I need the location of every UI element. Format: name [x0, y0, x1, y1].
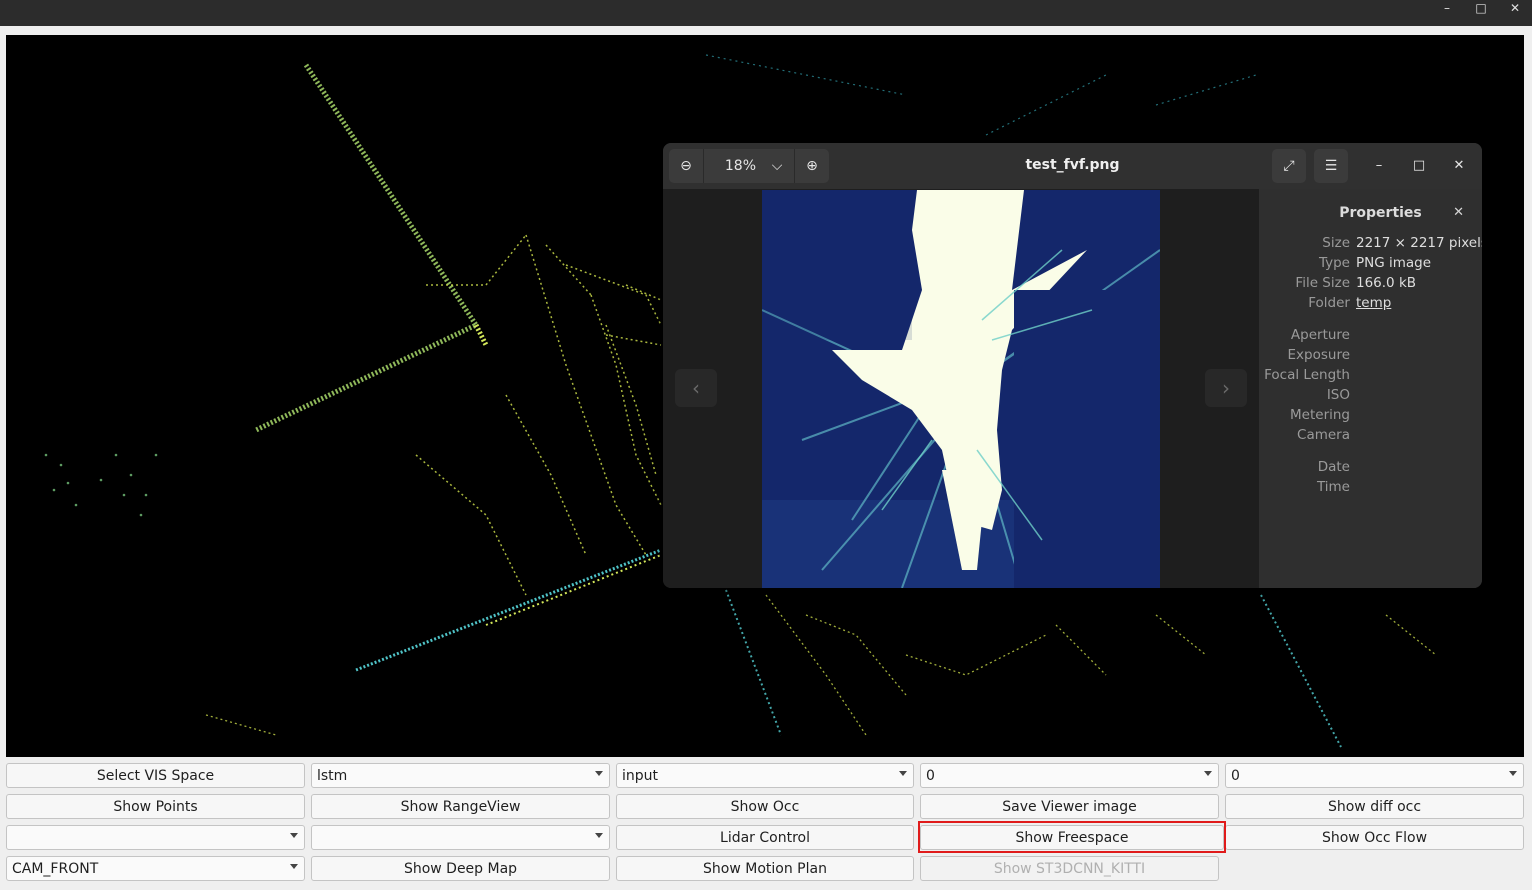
index-combo-a[interactable]: 0	[920, 763, 1219, 788]
prop-iso-label: ISO	[1326, 387, 1350, 403]
chevron-down-icon	[595, 771, 603, 776]
window-minimize-button[interactable]: –	[1430, 0, 1464, 26]
prop-type-label: Type	[1318, 255, 1350, 271]
prop-filesize-label: File Size	[1295, 275, 1350, 291]
show-occ-button[interactable]: Show Occ	[616, 794, 914, 819]
prop-size-value: 2217 × 2217 pixels	[1356, 235, 1482, 251]
chevron-down-icon	[1509, 771, 1517, 776]
properties-panel: Properties ✕ Size 2217 × 2217 pixels Typ…	[1259, 189, 1482, 588]
image-viewer-title: test_fvf.png	[1025, 157, 1120, 173]
option-combo-a[interactable]	[6, 825, 305, 850]
show-deep-map-button[interactable]: Show Deep Map	[311, 856, 610, 881]
prop-exposure-label: Exposure	[1287, 347, 1351, 363]
chevron-down-icon	[290, 833, 298, 838]
prop-filesize-value: 166.0 kB	[1356, 275, 1417, 291]
prop-camera-label: Camera	[1297, 427, 1350, 443]
menu-icon: ☰	[1324, 158, 1338, 174]
properties-title: Properties	[1339, 205, 1422, 221]
show-points-button[interactable]: Show Points	[6, 794, 305, 819]
model-combo[interactable]: lstm	[311, 763, 610, 788]
prop-time: Time	[1259, 479, 1482, 499]
camera-combo-value: CAM_FRONT	[12, 860, 99, 877]
prop-aperture: Aperture	[1259, 327, 1482, 347]
option-combo-b[interactable]	[311, 825, 610, 850]
image-viewer-window[interactable]: ⊖ 18% ⌵ ⊕ test_fvf.png ⤢ ☰ – □ ✕ ‹ › Pro…	[663, 143, 1482, 588]
prop-iso: ISO	[1259, 387, 1482, 407]
show-occ-flow-button[interactable]: Show Occ Flow	[1225, 825, 1524, 850]
prop-folder-link[interactable]: temp	[1356, 295, 1391, 311]
chevron-left-icon: ‹	[692, 376, 700, 400]
image-display-area[interactable]: ‹ ›	[663, 189, 1259, 588]
window-titlebar: – □ ✕	[0, 0, 1532, 26]
prop-folder: Folder temp	[1259, 295, 1482, 315]
prop-type: Type PNG image	[1259, 255, 1482, 275]
lidar-control-button[interactable]: Lidar Control	[616, 825, 914, 850]
show-rangeview-button[interactable]: Show RangeView	[311, 794, 610, 819]
window-close-button[interactable]: ✕	[1498, 0, 1532, 26]
index-combo-a-value: 0	[926, 767, 935, 784]
viewer-maximize-button[interactable]: □	[1408, 155, 1430, 177]
show-st3dcnn-button[interactable]: Show ST3DCNN_KITTI	[920, 856, 1219, 881]
show-diff-occ-button[interactable]: Show diff occ	[1225, 794, 1524, 819]
input-combo[interactable]: input	[616, 763, 914, 788]
prop-time-label: Time	[1316, 479, 1350, 495]
viewer-minimize-button[interactable]: –	[1368, 155, 1390, 177]
prop-size-label: Size	[1322, 235, 1350, 251]
chevron-down-icon	[290, 864, 298, 869]
prop-camera: Camera	[1259, 427, 1482, 447]
prop-metering: Metering	[1259, 407, 1482, 427]
index-combo-b-value: 0	[1231, 767, 1240, 784]
prop-type-value: PNG image	[1356, 255, 1432, 271]
next-image-button[interactable]: ›	[1205, 369, 1247, 407]
chevron-down-icon	[899, 771, 907, 776]
viewer-close-button[interactable]: ✕	[1448, 155, 1470, 177]
camera-combo[interactable]: CAM_FRONT	[6, 856, 305, 881]
prop-folder-label: Folder	[1308, 295, 1350, 311]
prop-focal-length: Focal Length	[1259, 367, 1482, 387]
freespace-highlight-box	[918, 821, 1226, 853]
chevron-down-icon	[595, 833, 603, 838]
show-motion-plan-button[interactable]: Show Motion Plan	[616, 856, 914, 881]
prop-size: Size 2217 × 2217 pixels	[1259, 235, 1482, 255]
select-vis-space-button[interactable]: Select VIS Space	[6, 763, 305, 788]
freespace-render	[762, 190, 1160, 588]
prop-date: Date	[1259, 459, 1482, 479]
pointcloud-viewer[interactable]: ⊖ 18% ⌵ ⊕ test_fvf.png ⤢ ☰ – □ ✕ ‹ › Pro…	[6, 35, 1524, 757]
index-combo-b[interactable]: 0	[1225, 763, 1524, 788]
image-viewer-header: ⊖ 18% ⌵ ⊕ test_fvf.png ⤢ ☰ – □ ✕	[663, 143, 1482, 189]
window-maximize-button[interactable]: □	[1464, 0, 1498, 26]
fullscreen-button[interactable]: ⤢	[1272, 149, 1306, 183]
prop-date-label: Date	[1317, 459, 1350, 475]
chevron-down-icon	[1204, 771, 1212, 776]
input-combo-value: input	[622, 767, 659, 784]
prop-metering-label: Metering	[1290, 407, 1350, 423]
model-combo-value: lstm	[317, 767, 348, 784]
properties-close-icon[interactable]: ✕	[1453, 205, 1464, 220]
fullscreen-icon: ⤢	[1283, 158, 1295, 174]
save-viewer-image-button[interactable]: Save Viewer image	[920, 794, 1219, 819]
freespace-image	[762, 190, 1160, 588]
previous-image-button[interactable]: ‹	[675, 369, 717, 407]
prop-filesize: File Size 166.0 kB	[1259, 275, 1482, 295]
prop-exposure: Exposure	[1259, 347, 1482, 367]
prop-focal-length-label: Focal Length	[1264, 367, 1350, 383]
prop-aperture-label: Aperture	[1290, 327, 1350, 343]
chevron-right-icon: ›	[1222, 376, 1230, 400]
menu-button[interactable]: ☰	[1314, 149, 1348, 183]
